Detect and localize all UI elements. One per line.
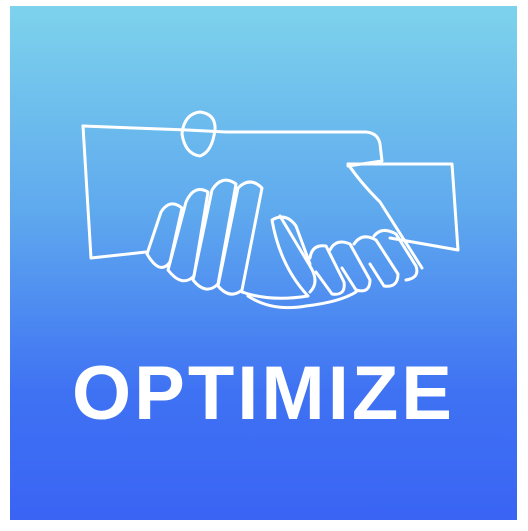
app-name: OPTIMIZE	[72, 351, 455, 436]
app-icon: OPTIMIZE	[10, 6, 517, 520]
handshake-icon	[81, 110, 460, 310]
